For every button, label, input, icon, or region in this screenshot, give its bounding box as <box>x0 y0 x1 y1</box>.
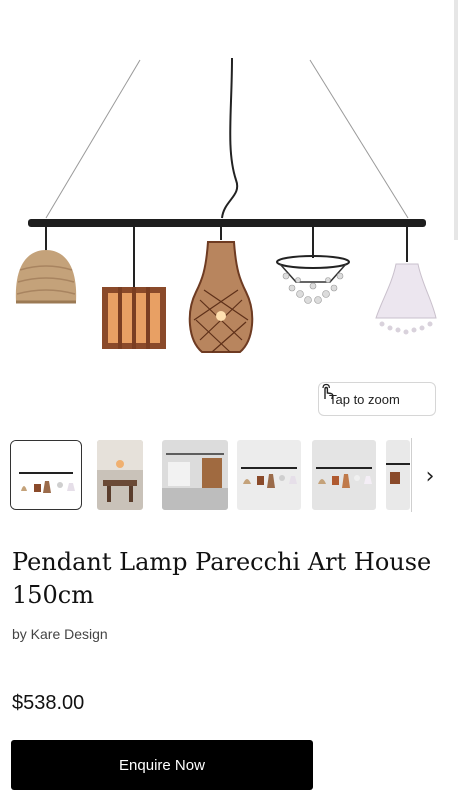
thumbnail-6[interactable] <box>386 440 410 510</box>
thumbnail-4[interactable] <box>237 440 301 510</box>
product-title: Pendant Lamp Parecchi Art House 150cm <box>12 548 432 609</box>
pendant-lamp-illustration <box>15 57 437 353</box>
chevron-right-icon[interactable]: › <box>418 456 442 496</box>
scroll-indicator <box>454 0 458 240</box>
wooden-box-shade <box>102 287 166 349</box>
thumbnail-1[interactable] <box>10 440 82 510</box>
tap-to-zoom-button[interactable]: Tap to zoom <box>318 382 436 416</box>
tap-to-zoom-label: Tap to zoom <box>329 391 400 407</box>
tap-hand-icon <box>322 383 334 400</box>
thumbnail-3[interactable] <box>162 440 228 510</box>
product-price: $538.00 <box>12 692 85 714</box>
rattan-dome-shade <box>15 250 77 304</box>
crystal-chandelier-shade <box>276 255 350 304</box>
thumbnail-divider <box>411 438 412 512</box>
thumbnail-5[interactable] <box>312 440 376 510</box>
product-brand[interactable]: by Kare Design <box>12 626 108 642</box>
fabric-lampshade <box>375 263 437 335</box>
thumbnail-strip: › <box>0 436 458 514</box>
product-main-image[interactable]: Tap to zoom <box>0 0 458 432</box>
thumbnail-2[interactable] <box>97 440 143 510</box>
enquire-now-button[interactable]: Enquire Now <box>11 740 313 790</box>
wire-vase-shade <box>188 241 254 353</box>
